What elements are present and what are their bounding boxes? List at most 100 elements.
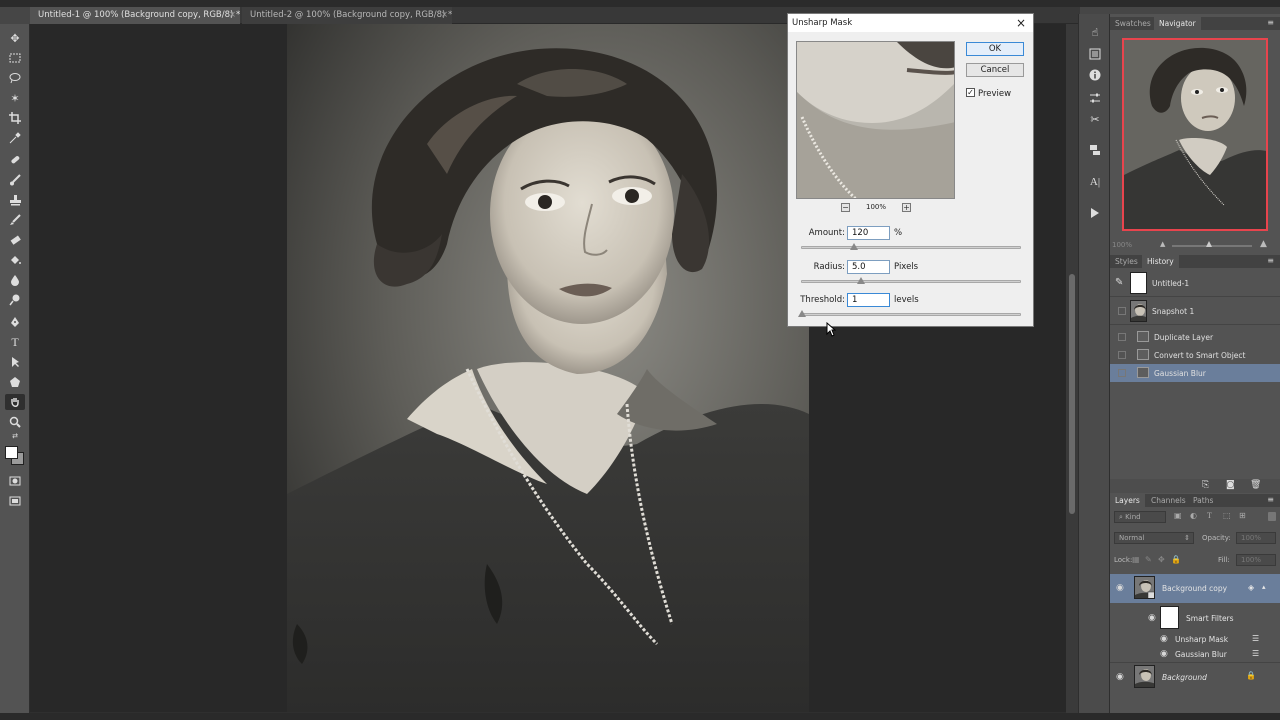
- tab-navigator[interactable]: Navigator: [1154, 17, 1201, 30]
- path-selection-tool-icon[interactable]: [5, 354, 25, 370]
- tab-styles[interactable]: Styles: [1110, 255, 1143, 268]
- type-tool-icon[interactable]: T: [5, 334, 25, 350]
- smart-filter-gaussian-blur[interactable]: ◉ Gaussian Blur ☰: [1110, 647, 1280, 662]
- tab-layers[interactable]: Layers: [1110, 494, 1145, 507]
- fill-input[interactable]: 100%: [1236, 554, 1276, 566]
- radius-input[interactable]: 5.0: [847, 260, 890, 274]
- custom-shape-tool-icon[interactable]: [5, 374, 25, 390]
- blur-tool-icon[interactable]: [5, 272, 25, 288]
- amount-slider-thumb[interactable]: [850, 243, 859, 250]
- pen-tool-icon[interactable]: [5, 314, 25, 330]
- smart-filter-unsharp-mask[interactable]: ◉ Unsharp Mask ☰: [1110, 632, 1280, 647]
- tab-swatches[interactable]: Swatches: [1110, 17, 1156, 30]
- radius-slider[interactable]: [801, 277, 1021, 284]
- history-brush-tool-icon[interactable]: [5, 212, 25, 228]
- delete-state-icon[interactable]: 🗑: [1250, 480, 1261, 490]
- history-snapshot[interactable]: Snapshot 1: [1110, 297, 1280, 325]
- blend-mode-select[interactable]: Normal ⇕: [1114, 532, 1194, 544]
- vertical-scrollbar[interactable]: [1066, 24, 1078, 720]
- tool-presets-icon[interactable]: ✂: [1087, 111, 1103, 127]
- tab-channels[interactable]: Channels: [1146, 494, 1191, 507]
- zoom-tool-icon[interactable]: [5, 414, 25, 430]
- crop-tool-icon[interactable]: [5, 110, 25, 126]
- paragraph-icon[interactable]: [1087, 205, 1103, 221]
- history-source-checkbox[interactable]: [1118, 307, 1126, 315]
- new-snapshot-icon[interactable]: ◙: [1226, 480, 1235, 490]
- filter-shape-icon[interactable]: ⬚: [1223, 511, 1231, 520]
- history-brush-source-icon[interactable]: ✎: [1115, 277, 1123, 288]
- clone-stamp-tool-icon[interactable]: [5, 192, 25, 208]
- close-icon[interactable]: ×: [441, 7, 448, 24]
- collapse-arrow-icon[interactable]: ▴: [1262, 583, 1266, 591]
- history-item-selected[interactable]: Gaussian Blur: [1110, 364, 1280, 382]
- navigator-zoom-slider[interactable]: [1172, 241, 1252, 247]
- filter-toggle-icon[interactable]: [1268, 512, 1276, 521]
- eyedropper-tool-icon[interactable]: [5, 130, 25, 146]
- info-icon[interactable]: [1087, 67, 1103, 83]
- radius-slider-thumb[interactable]: [856, 277, 865, 284]
- visibility-eye-icon[interactable]: ◉: [1160, 634, 1168, 644]
- panel-menu-icon[interactable]: ≡: [1267, 256, 1274, 265]
- filter-pixel-icon[interactable]: ▣: [1174, 511, 1182, 520]
- navigator-zoom-thumb[interactable]: [1206, 241, 1212, 247]
- healing-brush-tool-icon[interactable]: [5, 152, 25, 168]
- layer-background[interactable]: ◉ Background 🔒: [1110, 662, 1280, 690]
- marquee-tool-icon[interactable]: [5, 50, 25, 66]
- tab-paths[interactable]: Paths: [1188, 494, 1218, 507]
- history-item[interactable]: Convert to Smart Object: [1110, 346, 1280, 364]
- move-tool-icon[interactable]: ✥: [5, 30, 25, 46]
- eraser-tool-icon[interactable]: [5, 232, 25, 248]
- tab-untitled-1[interactable]: Untitled-1 @ 100% (Background copy, RGB/…: [30, 7, 240, 24]
- close-icon[interactable]: ×: [1016, 16, 1026, 30]
- zoom-out-button[interactable]: −: [841, 203, 850, 212]
- visibility-eye-icon[interactable]: ◉: [1160, 649, 1168, 659]
- smart-filters-row[interactable]: ◉ Smart Filters: [1110, 604, 1280, 632]
- preview-checkbox[interactable]: ✓ Preview: [966, 88, 1011, 99]
- threshold-slider-thumb[interactable]: [798, 310, 806, 317]
- dialog-titlebar[interactable]: Unsharp Mask ×: [788, 14, 1033, 32]
- lock-image-icon[interactable]: ✎: [1145, 555, 1152, 564]
- new-document-from-state-icon[interactable]: ⎘: [1202, 480, 1209, 490]
- layer-comps-icon[interactable]: [1087, 142, 1103, 158]
- tab-history[interactable]: History: [1142, 255, 1179, 268]
- visibility-eye-icon[interactable]: ◉: [1148, 613, 1156, 623]
- magic-wand-tool-icon[interactable]: ✶: [5, 90, 25, 106]
- threshold-input[interactable]: 1: [847, 293, 890, 307]
- layer-filter-kind-select[interactable]: ⌕ Kind: [1114, 511, 1166, 523]
- character-icon[interactable]: A|: [1087, 174, 1103, 190]
- dodge-tool-icon[interactable]: [5, 292, 25, 308]
- visibility-eye-icon[interactable]: ◉: [1116, 672, 1124, 682]
- brush-tool-icon[interactable]: [5, 172, 25, 188]
- actions-icon[interactable]: [1087, 46, 1103, 62]
- history-source-checkbox[interactable]: [1118, 351, 1126, 359]
- zoom-in-button[interactable]: +: [902, 203, 911, 212]
- paint-bucket-tool-icon[interactable]: [5, 252, 25, 268]
- lock-all-icon[interactable]: 🔒: [1171, 555, 1181, 564]
- lock-position-icon[interactable]: ✥: [1158, 555, 1165, 564]
- zoom-in-mountain-icon[interactable]: ▲: [1260, 239, 1267, 249]
- adjustments-icon[interactable]: [1087, 90, 1103, 106]
- screen-mode-icon[interactable]: [5, 493, 25, 509]
- history-source-checkbox[interactable]: [1118, 333, 1126, 341]
- history-item[interactable]: Duplicate Layer: [1110, 328, 1280, 346]
- filter-blending-options-icon[interactable]: ☰: [1252, 649, 1259, 658]
- panel-menu-icon[interactable]: ≡: [1267, 495, 1274, 504]
- opacity-input[interactable]: 100%: [1236, 532, 1276, 544]
- tab-untitled-2[interactable]: Untitled-2 @ 100% (Background copy, RGB/…: [242, 7, 452, 24]
- amount-input[interactable]: 120: [847, 226, 890, 240]
- close-icon[interactable]: ×: [229, 7, 236, 24]
- threshold-slider[interactable]: [798, 310, 1021, 317]
- ok-button[interactable]: OK: [966, 42, 1024, 56]
- panel-menu-icon[interactable]: ≡: [1267, 18, 1274, 27]
- cancel-button[interactable]: Cancel: [966, 63, 1024, 77]
- zoom-out-mountain-icon[interactable]: ▲: [1160, 240, 1165, 248]
- filter-blending-options-icon[interactable]: ☰: [1252, 634, 1259, 643]
- quick-mask-icon[interactable]: [5, 473, 25, 489]
- filter-preview[interactable]: [796, 41, 955, 199]
- lock-transparent-icon[interactable]: ▦: [1132, 555, 1140, 564]
- visibility-eye-icon[interactable]: ◉: [1116, 583, 1124, 593]
- lasso-tool-icon[interactable]: [5, 70, 25, 86]
- navigator-thumbnail[interactable]: [1122, 38, 1268, 231]
- filter-smart-object-icon[interactable]: ⊞: [1239, 511, 1246, 520]
- history-source-checkbox[interactable]: [1118, 369, 1126, 377]
